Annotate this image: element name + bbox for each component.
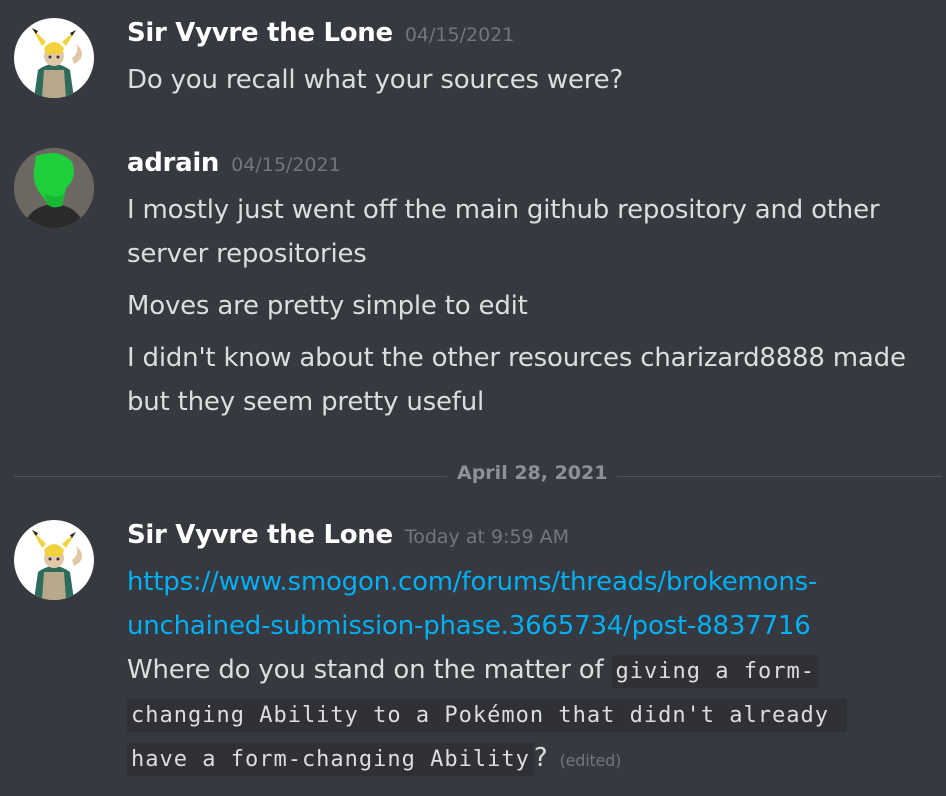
pikachu-costume-icon [14,520,94,600]
inline-code: changing Ability to a Pokémon that didn'… [127,699,848,732]
message-text: I didn't know about the other resources … [127,343,906,373]
avatar[interactable] [14,18,94,98]
avatar[interactable] [14,520,94,600]
message-text: Where do you stand on the matter of givi… [127,648,942,694]
message-header: Sir Vyvre the Lone Today at 9:59 AM [127,520,569,560]
message-header: adrain 04/15/2021 [127,148,341,188]
message-text-suffix: ? [533,743,548,773]
message-text: Do you recall what your sources were? [127,65,624,95]
edited-label: (edited) [559,751,622,770]
timestamp: 04/15/2021 [404,24,515,46]
inline-code: have a form-changing Ability [127,743,534,776]
message-text: server repositories [127,239,367,269]
username[interactable]: adrain [127,148,219,178]
message-text: Moves are pretty simple to edit [127,291,528,321]
message-text: have a form-changing Ability? (edited) [127,736,942,783]
message-text-prefix: Where do you stand on the matter of [127,655,612,685]
message-header: Sir Vyvre the Lone 04/15/2021 [127,18,514,58]
message-link[interactable]: https://www.smogon.com/forums/threads/br… [127,567,817,597]
message-link[interactable]: unchained-submission-phase.3665734/post-… [127,611,811,641]
timestamp: 04/15/2021 [231,154,341,176]
message-text: but they seem pretty useful [127,387,485,417]
date-divider-label: April 28, 2021 [447,462,618,484]
username[interactable]: Sir Vyvre the Lone [127,18,393,48]
message-text: I mostly just went off the main github r… [127,195,880,225]
message-link-line: https://www.smogon.com/forums/threads/br… [127,560,942,604]
pikachu-costume-icon [14,18,94,98]
message-link-line: unchained-submission-phase.3665734/post-… [127,604,942,648]
avatar[interactable] [14,148,94,228]
message-text: changing Ability to a Pokémon that didn'… [127,692,942,738]
timestamp: Today at 9:59 AM [404,526,570,548]
green-silhouette-icon [14,148,94,228]
username[interactable]: Sir Vyvre the Lone [127,520,393,550]
inline-code: giving a form- [611,655,819,688]
